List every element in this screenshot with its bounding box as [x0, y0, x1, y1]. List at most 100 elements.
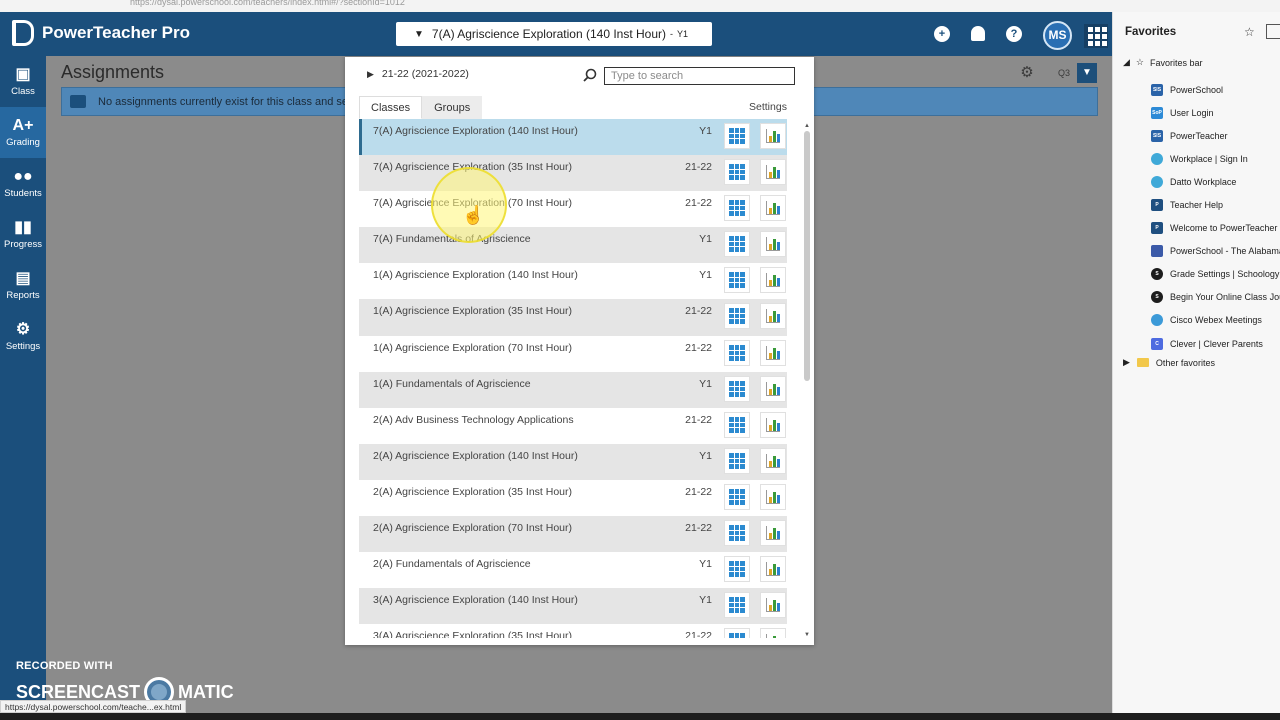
- favorite-item[interactable]: SIS PowerSchool: [1151, 78, 1280, 101]
- gradebook-grid-button[interactable]: [724, 520, 750, 547]
- add-icon[interactable]: +: [934, 26, 950, 42]
- browser-url[interactable]: https://dysal.powerschool.com/teachers/i…: [0, 0, 1280, 12]
- bell-icon[interactable]: [971, 26, 985, 41]
- bar-chart-icon: [766, 562, 780, 577]
- progress-chart-button[interactable]: [760, 123, 786, 149]
- class-selector[interactable]: ▼ 7(A) Agriscience Exploration (140 Inst…: [396, 22, 712, 46]
- scrollbar[interactable]: ▲ ▼: [803, 123, 811, 638]
- gradebook-grid-button[interactable]: [724, 195, 750, 222]
- class-row[interactable]: 1(A) Agriscience Exploration (140 Inst H…: [359, 263, 787, 300]
- gradebook-grid-button[interactable]: [724, 339, 750, 366]
- add-favorite-icon[interactable]: ☆: [1244, 25, 1255, 39]
- progress-chart-button[interactable]: [760, 303, 786, 330]
- avatar[interactable]: MS: [1043, 21, 1072, 50]
- nav-grading[interactable]: A+ Grading: [0, 107, 46, 158]
- app-logo[interactable]: PowerTeacher Pro: [12, 20, 190, 46]
- progress-chart-button[interactable]: [760, 483, 786, 510]
- progress-chart-button[interactable]: [760, 556, 786, 583]
- class-row[interactable]: 1(A) Fundamentals of Agriscience Y1: [359, 371, 787, 408]
- favorite-item[interactable]: SIS PowerTeacher: [1151, 124, 1280, 147]
- nav-class[interactable]: ▣ Class: [0, 56, 46, 107]
- favorite-item[interactable]: S Begin Your Online Class Jour: [1151, 286, 1280, 309]
- class-row[interactable]: 1(A) Agriscience Exploration (35 Inst Ho…: [359, 299, 787, 336]
- favorite-item[interactable]: P Teacher Help: [1151, 193, 1280, 216]
- year-toggle[interactable]: ▶ 21-22 (2021-2022): [367, 68, 469, 80]
- gear-icon[interactable]: ⚙: [1016, 63, 1038, 83]
- tab-groups[interactable]: Groups: [422, 96, 483, 119]
- favorite-item[interactable]: C Clever | Clever Parents: [1151, 332, 1280, 355]
- class-row[interactable]: 2(A) Agriscience Exploration (70 Inst Ho…: [359, 516, 787, 553]
- class-row[interactable]: 7(A) Agriscience Exploration (140 Inst H…: [359, 119, 787, 156]
- class-row[interactable]: 2(A) Adv Business Technology Application…: [359, 407, 787, 444]
- progress-chart-button[interactable]: [760, 628, 786, 638]
- progress-chart-button[interactable]: [760, 159, 786, 186]
- progress-chart-button[interactable]: [760, 411, 786, 438]
- progress-chart-button[interactable]: [760, 231, 786, 258]
- term-dropdown-button[interactable]: ▼: [1077, 63, 1097, 83]
- pane-toggle-icon[interactable]: [1266, 24, 1280, 39]
- nav-progress[interactable]: ▮▮ Progress: [0, 209, 46, 260]
- class-row[interactable]: 1(A) Agriscience Exploration (70 Inst Ho…: [359, 335, 787, 372]
- favorite-item[interactable]: Workplace | Sign In: [1151, 147, 1280, 170]
- class-name: 3(A) Agriscience Exploration (140 Inst H…: [373, 594, 578, 607]
- favorite-item[interactable]: Cisco Webex Meetings: [1151, 309, 1280, 332]
- scroll-up-icon[interactable]: ▲: [803, 123, 811, 129]
- favorite-item[interactable]: Datto Workplace: [1151, 170, 1280, 193]
- progress-chart-button[interactable]: [760, 375, 786, 402]
- cloud-favicon-icon: [1151, 152, 1163, 165]
- progress-chart-button[interactable]: [760, 339, 786, 366]
- progress-chart-button[interactable]: [760, 195, 786, 222]
- other-favorites-label: Other favorites: [1155, 357, 1215, 368]
- other-favorites-folder[interactable]: ▶ Other favorites: [1123, 357, 1215, 368]
- grid-icon: [729, 633, 745, 638]
- class-name: 1(A) Fundamentals of Agriscience: [373, 377, 531, 390]
- gradebook-grid-button[interactable]: [724, 267, 750, 294]
- gradebook-grid-button[interactable]: [724, 231, 750, 258]
- gradebook-grid-button[interactable]: [724, 303, 750, 330]
- class-row[interactable]: 7(A) Agriscience Exploration (35 Inst Ho…: [359, 155, 787, 192]
- progress-chart-button[interactable]: [760, 267, 786, 294]
- gradebook-grid-button[interactable]: [724, 411, 750, 438]
- folder-icon: [1136, 358, 1149, 367]
- app-header: PowerTeacher Pro ▼ 7(A) Agriscience Expl…: [0, 12, 1112, 56]
- class-row[interactable]: 7(A) Agriscience Exploration (70 Inst Ho…: [359, 191, 787, 228]
- scrollbar-thumb[interactable]: [804, 131, 810, 381]
- nav-reports[interactable]: ▤ Reports: [0, 260, 46, 311]
- scroll-down-icon[interactable]: ▼: [803, 632, 811, 638]
- class-row[interactable]: 2(A) Fundamentals of Agriscience Y1: [359, 552, 787, 589]
- help-icon[interactable]: ?: [1006, 26, 1022, 42]
- favorite-item[interactable]: P Welcome to PowerTeacher Pr: [1151, 217, 1280, 240]
- apps-grid-icon[interactable]: [1084, 24, 1108, 48]
- gradebook-grid-button[interactable]: [724, 483, 750, 510]
- favorite-item[interactable]: S Grade Settings | Schoology: [1151, 263, 1280, 286]
- nav-settings[interactable]: ⚙ Settings: [0, 311, 46, 362]
- gradebook-grid-button[interactable]: [724, 556, 750, 583]
- class-row[interactable]: 3(A) Agriscience Exploration (35 Inst Ho…: [359, 624, 787, 638]
- favorite-item[interactable]: PowerSchool - The Alabama: [1151, 240, 1280, 263]
- class-row[interactable]: 7(A) Fundamentals of Agriscience Y1: [359, 227, 787, 264]
- gradebook-grid-button[interactable]: [724, 592, 750, 619]
- class-row[interactable]: 2(A) Agriscience Exploration (140 Inst H…: [359, 443, 787, 480]
- progress-chart-button[interactable]: [760, 592, 786, 619]
- bar-chart-icon: [766, 453, 780, 468]
- gradebook-grid-button[interactable]: [724, 123, 750, 149]
- class-name: 7(A) Agriscience Exploration (35 Inst Ho…: [373, 161, 573, 174]
- favorites-bar-folder[interactable]: ◢ ☆ Favorites bar: [1123, 57, 1203, 68]
- left-nav: ▣ Class A+ Grading ●● Students ▮▮ Progre…: [0, 56, 46, 720]
- gradebook-grid-button[interactable]: [724, 447, 750, 474]
- gradebook-grid-button[interactable]: [724, 628, 750, 638]
- nav-students[interactable]: ●● Students: [0, 158, 46, 209]
- favorite-label: PowerTeacher: [1170, 130, 1228, 141]
- favorite-item[interactable]: SoP User Login: [1151, 101, 1280, 124]
- search-input[interactable]: [604, 67, 795, 85]
- class-row[interactable]: 2(A) Agriscience Exploration (35 Inst Ho…: [359, 479, 787, 517]
- progress-chart-button[interactable]: [760, 447, 786, 474]
- gradebook-grid-button[interactable]: [724, 159, 750, 186]
- progress-chart-button[interactable]: [760, 520, 786, 547]
- gradebook-grid-button[interactable]: [724, 375, 750, 402]
- nav-label: Settings: [5, 340, 41, 352]
- class-row[interactable]: 3(A) Agriscience Exploration (140 Inst H…: [359, 588, 787, 625]
- picker-settings-link[interactable]: Settings: [749, 101, 787, 113]
- class-term: Y1: [699, 558, 712, 571]
- tab-classes[interactable]: Classes: [359, 96, 423, 119]
